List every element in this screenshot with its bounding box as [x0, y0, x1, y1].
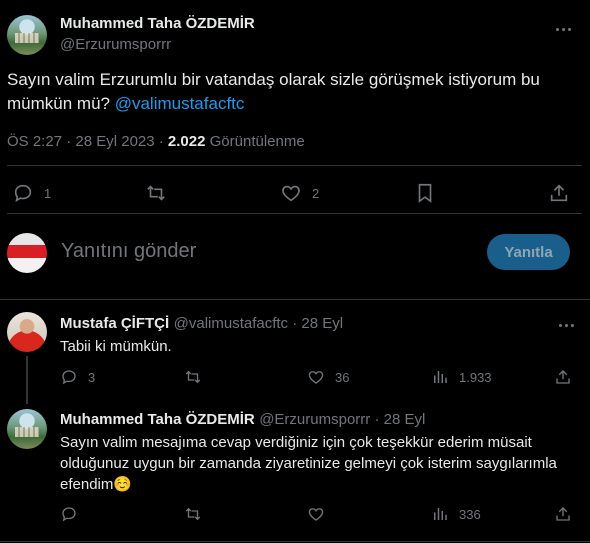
share-icon — [554, 505, 572, 523]
more-icon — [556, 28, 559, 31]
bookmark-button[interactable] — [414, 182, 436, 204]
mention-link[interactable]: @valimustafacftc — [115, 94, 245, 113]
like-icon — [280, 182, 302, 204]
views-button[interactable]: 336 — [431, 505, 481, 523]
reply-header: Mustafa ÇİFTÇİ @valimustafacftc · 28 Eyl — [60, 315, 343, 333]
author-handle[interactable]: @Erzurumsporrr — [60, 36, 171, 53]
views-count: 1.933 — [459, 369, 492, 385]
reply-button[interactable]: 1 — [12, 182, 51, 204]
thread-line — [26, 356, 28, 404]
user-avatar[interactable] — [7, 233, 47, 273]
author-name[interactable]: Muhammed Taha ÖZDEMİR — [60, 15, 255, 32]
reply-button[interactable] — [60, 505, 78, 523]
like-count: 36 — [335, 369, 350, 385]
divider — [0, 541, 590, 542]
views-icon — [431, 368, 449, 386]
reply-input[interactable]: Yanıtını gönder — [61, 240, 196, 263]
like-icon — [307, 368, 325, 386]
retweet-icon — [145, 182, 167, 204]
reply-avatar[interactable] — [7, 409, 47, 449]
retweet-button[interactable] — [184, 505, 202, 523]
reply-author-name[interactable]: Mustafa ÇİFTÇİ — [60, 315, 169, 332]
retweet-button[interactable] — [145, 182, 167, 204]
more-icon — [559, 324, 562, 327]
like-button[interactable]: 36 — [307, 368, 349, 386]
views-label: Görüntülenme — [205, 133, 305, 150]
reply-icon — [60, 505, 78, 523]
reply-author-name[interactable]: Muhammed Taha ÖZDEMİR — [60, 411, 255, 428]
reply-author-handle[interactable]: @valimustafacftc · 28 Eyl — [174, 315, 343, 332]
views-button[interactable]: 1.933 — [431, 368, 492, 386]
more-button[interactable] — [552, 24, 575, 35]
reply-author-handle[interactable]: @Erzurumsporrr · 28 Eyl — [259, 411, 425, 428]
retweet-icon — [184, 505, 202, 523]
reply-avatar[interactable] — [7, 312, 47, 352]
divider — [7, 165, 582, 166]
reply-text: Sayın valim mesajıma cevap verdiğiniz iç… — [60, 434, 557, 493]
reply-count: 1 — [44, 185, 52, 201]
like-icon — [307, 505, 325, 523]
share-button[interactable] — [554, 505, 572, 523]
retweet-button[interactable] — [184, 368, 202, 386]
reply-button[interactable]: 3 — [60, 368, 95, 386]
like-button[interactable] — [307, 505, 325, 523]
share-icon — [548, 182, 570, 204]
author-avatar[interactable] — [7, 15, 47, 55]
reply-submit-button[interactable]: Yanıtla — [487, 234, 570, 270]
bookmark-icon — [414, 182, 436, 204]
tweet-meta: ÖS 2:27 · 28 Eyl 2023 · 2.022 Görüntülen… — [7, 133, 305, 150]
views-count: 336 — [459, 506, 481, 522]
like-count: 2 — [312, 185, 320, 201]
more-button[interactable] — [555, 320, 578, 331]
reply-icon — [60, 368, 78, 386]
views-icon — [431, 505, 449, 523]
timestamp[interactable]: ÖS 2:27 · 28 Eyl 2023 · — [7, 133, 168, 150]
divider — [0, 299, 590, 300]
share-icon — [554, 368, 572, 386]
share-button[interactable] — [554, 368, 572, 386]
reply-count: 3 — [88, 369, 96, 385]
reply-text: Tabii ki mümkün. — [60, 338, 172, 355]
tweet-text: Sayın valim Erzurumlu bir vatandaş olara… — [7, 68, 567, 116]
reply-icon — [12, 182, 34, 204]
like-button[interactable]: 2 — [280, 182, 319, 204]
retweet-icon — [184, 368, 202, 386]
tweet-body: Sayın valim Erzurumlu bir vatandaş olara… — [7, 70, 540, 113]
share-button[interactable] — [548, 182, 570, 204]
reply-header: Muhammed Taha ÖZDEMİR @Erzurumsporrr · 2… — [60, 411, 425, 429]
divider — [7, 213, 582, 214]
views-count: 2.022 — [167, 133, 206, 150]
